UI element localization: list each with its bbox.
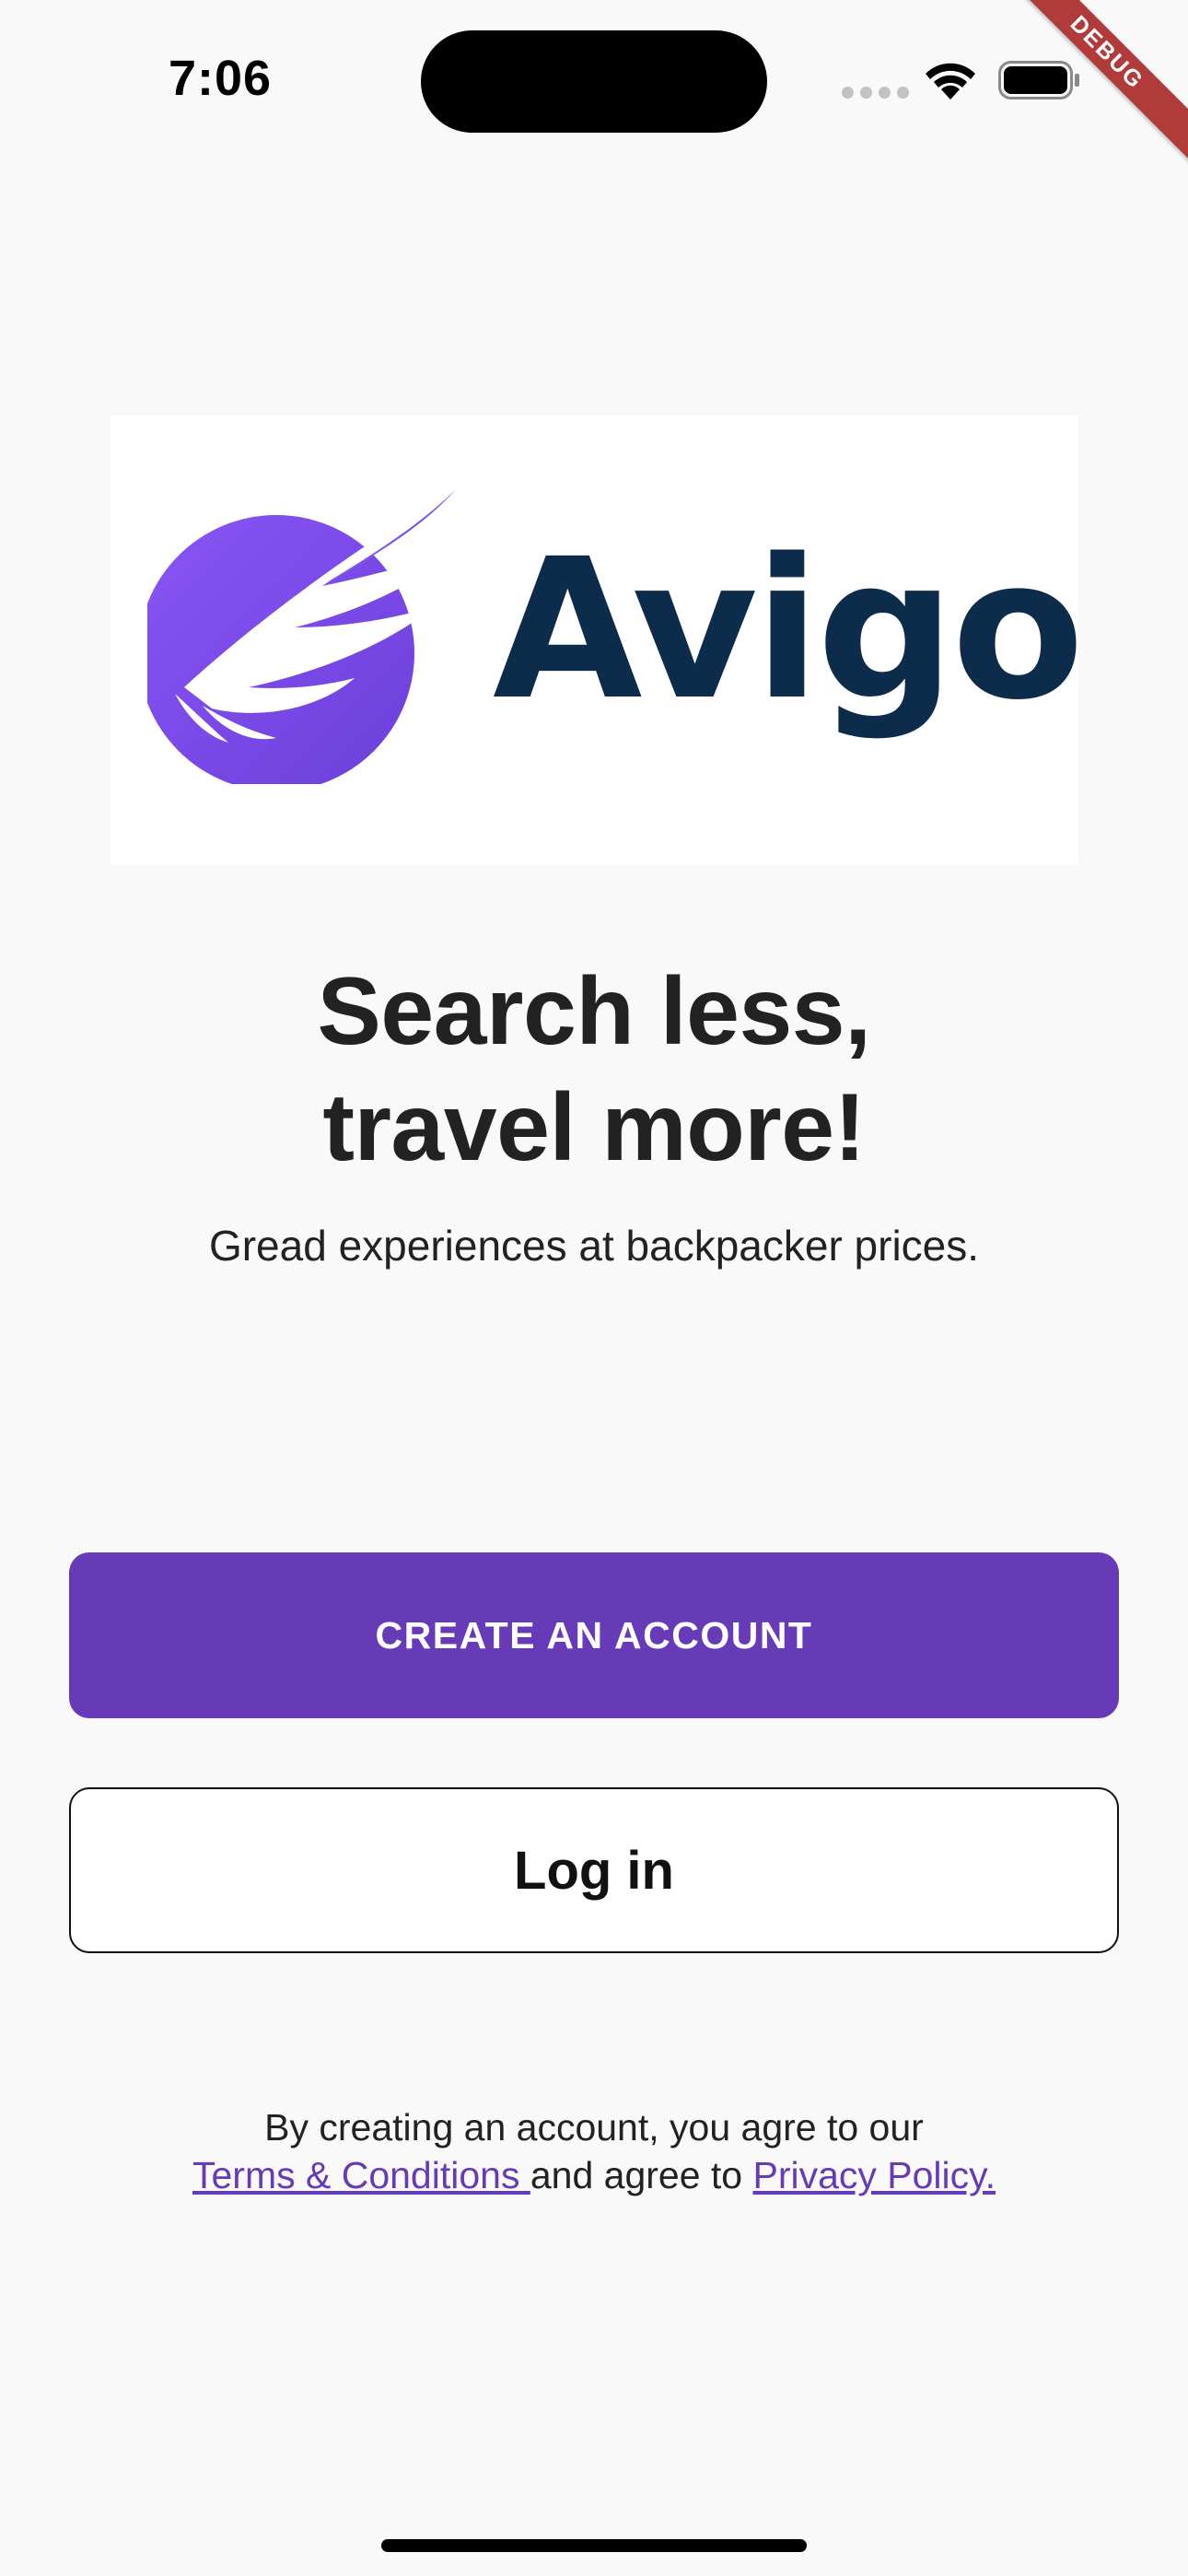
wing-globe-logo-icon [147, 489, 456, 784]
app-logo: Avigo [111, 416, 1085, 865]
page-title: Search less, travel more! [0, 954, 1188, 1186]
legal-line-2: Terms & Conditions and agree to Privacy … [0, 2151, 1188, 2199]
dynamic-island [421, 30, 767, 133]
create-account-button[interactable]: CREATE AN ACCOUNT [69, 1552, 1119, 1718]
page-subtitle: Gread experiences at backpacker prices. [208, 1222, 980, 1270]
headline-line-1: Search less, [317, 958, 871, 1065]
headline-line-2: travel more! [322, 1074, 866, 1181]
legal-middle-text: and agree to [530, 2154, 753, 2196]
battery-icon [998, 61, 1079, 100]
status-time: 7:06 [169, 51, 273, 106]
legal-line-1: By creating an account, you agre to our [264, 2106, 924, 2149]
login-button[interactable]: Log in [69, 1787, 1119, 1953]
privacy-policy-link[interactable]: Privacy Policy. [752, 2154, 996, 2196]
logo-wordmark: Avigo [493, 517, 1085, 743]
home-indicator[interactable] [381, 2539, 807, 2552]
wifi-icon [926, 63, 975, 100]
cellular-signal-icon [842, 87, 909, 99]
legal-notice: By creating an account, you agre to our … [0, 2103, 1188, 2199]
terms-link[interactable]: Terms & Conditions [192, 2154, 530, 2196]
